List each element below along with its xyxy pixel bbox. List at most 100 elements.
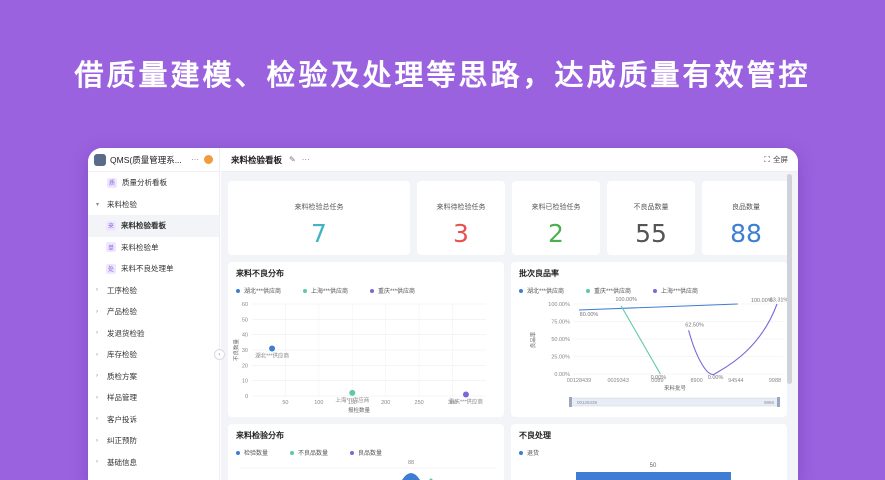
zoom-label-left: 00128439 [577, 400, 598, 405]
scatter-point[interactable] [349, 389, 356, 396]
sidebar-item-label: 质检方案 [107, 371, 137, 381]
menu-item-icon: 来 [106, 220, 116, 231]
chevron-right-icon: › [96, 308, 98, 315]
kpi-label: 来料检验总任务 [294, 204, 344, 211]
panel-batch-yield: 批次良品率 湖北***供应商 重庆***供应商 上海***供应商 0.00% 25… [511, 262, 787, 417]
sidebar-item[interactable]: › 客户投诉 [88, 409, 219, 431]
sidebar-item[interactable]: › 基础信息 [88, 452, 219, 474]
y-tick-label: 40 [242, 333, 248, 339]
sidebar-item[interactable]: › 工序检验 [88, 280, 219, 302]
edit-icon[interactable]: ✎ [289, 155, 296, 164]
sidebar-item[interactable]: 质质量分析看板 [88, 172, 219, 194]
sidebar-item-label: 产品检验 [107, 307, 137, 317]
sidebar-item[interactable]: › 产品检验 [88, 301, 219, 323]
fullscreen-button[interactable]: ⛶ 全屏 [764, 154, 788, 165]
defect-handling-chart: 50 [576, 463, 731, 480]
x-axis-label: 来料批号 [664, 384, 687, 392]
sidebar-item[interactable]: › 发退货检验 [88, 323, 219, 345]
y-tick-label: 25.00% [551, 355, 570, 361]
data-label: 0.00% [708, 375, 724, 381]
kpi-value: 88 [730, 219, 762, 248]
sidebar-item-label: 库存检验 [107, 350, 137, 360]
sidebar-item-label: 基础信息 [107, 457, 137, 467]
app-window: QMS(质量管理系... ··· 质质量分析看板 ▾ 来料检验来来料检验看板单来料检… [88, 148, 798, 480]
scatter-point[interactable] [269, 345, 276, 352]
sidebar-item[interactable]: › 样品管理 [88, 387, 219, 409]
zoom-handle-left[interactable] [569, 397, 572, 407]
inspection-chart: 88 [240, 460, 496, 480]
main-content: 来料检验看板 ✎ ··· ⛶ 全屏 来料检验总任务 7 来料待检验任务 3 来料… [221, 148, 798, 480]
data-label: 0.00% [651, 375, 667, 381]
zoom-handle-right[interactable] [777, 397, 780, 407]
kpi-card-pending: 来料待检验任务 3 [417, 181, 505, 255]
sidebar-item-label: 来料检验 [107, 199, 137, 209]
series-line[interactable] [620, 305, 661, 375]
y-tick-label: 60 [242, 302, 248, 308]
chevron-right-icon: › [96, 394, 98, 401]
data-label: 50 [650, 463, 657, 469]
line-chart: 0.00% 25.00% 50.00% 75.00% 100.00% 00128439 00… [529, 297, 787, 407]
kpi-card-inspected: 来料已检验任务 2 [512, 181, 600, 255]
notification-badge-icon[interactable] [204, 155, 213, 164]
y-tick-label: 75.00% [551, 320, 570, 326]
sidebar-item[interactable]: › 质检方案 [88, 366, 219, 388]
bar-mark[interactable] [402, 473, 420, 480]
topbar: 来料检验看板 ✎ ··· ⛶ 全屏 [221, 148, 798, 172]
kpi-label: 良品数量 [732, 204, 760, 211]
scatter-point[interactable] [462, 391, 469, 398]
kpi-card-total: 来料检验总任务 7 [228, 181, 410, 255]
sidebar-item-label: 来料检验单 [121, 242, 159, 252]
x-tick-label: 94544 [728, 378, 743, 384]
sidebar: QMS(质量管理系... ··· 质质量分析看板 ▾ 来料检验来来料检验看板单来料检… [88, 148, 220, 480]
headline: 借质量建模、检验及处理等思路，达成质量有效管控 [74, 58, 811, 92]
kpi-value: 2 [548, 219, 564, 248]
sidebar-item-label: 来料不良处理单 [121, 264, 174, 274]
x-tick-label: 00128439 [567, 378, 591, 384]
data-label: 80.00% [580, 312, 599, 318]
sidebar-item[interactable]: › 纠正预防 [88, 430, 219, 452]
y-tick-label: 50 [242, 317, 248, 323]
more-icon[interactable]: ··· [302, 155, 310, 164]
sidebar-collapse-icon[interactable]: ‹ [214, 349, 225, 360]
sidebar-item[interactable]: 来来料检验看板 [88, 215, 219, 237]
x-tick-label: 250 [415, 400, 424, 406]
chevron-right-icon: › [96, 416, 98, 423]
y-tick-label: 30 [242, 348, 248, 354]
sidebar-item[interactable]: 处来料不良处理单 [88, 258, 219, 280]
x-tick-label: 200 [381, 400, 390, 406]
data-label: 100.00% [615, 297, 637, 303]
panel-defect-handling: 不良处理 退货 50 [511, 424, 787, 480]
x-tick-label: 0029343 [607, 378, 628, 384]
app-title[interactable]: QMS(质量管理系... [110, 154, 191, 166]
chevron-right-icon: › [96, 459, 98, 466]
app-logo-icon [94, 153, 106, 166]
panel-defect-distribution: 来料不良分布 湖北***供应商 上海***供应商 重庆***供应商 0 10 20 3… [228, 262, 504, 417]
chevron-right-icon: › [96, 330, 98, 337]
sidebar-item-label: 发退货检验 [107, 328, 145, 338]
fullscreen-label: 全屏 [773, 155, 788, 164]
kpi-label: 来料待检验任务 [436, 204, 486, 211]
sidebar-item[interactable]: 单来料检验单 [88, 237, 219, 259]
sidebar-item[interactable]: › 库存检验 [88, 344, 219, 366]
sidebar-menu: 质质量分析看板 ▾ 来料检验来来料检验看板单来料检验单处来料不良处理单 › 工序检验 › 产… [88, 172, 219, 473]
scrollbar[interactable] [787, 174, 792, 384]
app-more-icon[interactable]: ··· [191, 155, 199, 164]
sidebar-item-label: 样品管理 [107, 393, 137, 403]
zoom-slider[interactable] [570, 397, 780, 407]
data-label: 88 [408, 460, 414, 466]
fullscreen-icon: ⛶ [764, 154, 770, 164]
x-axis-label: 报检数量 [348, 406, 371, 414]
bar-mark[interactable] [576, 472, 731, 480]
panel-inspection-distribution: 来料检验分布 检验数量 不良品数量 良品数量 88 [228, 424, 504, 480]
sidebar-item-label: 质量分析看板 [122, 178, 167, 188]
sidebar-item-label: 工序检验 [107, 285, 137, 295]
sidebar-item-label: 客户投诉 [107, 414, 137, 424]
sidebar-item-label: 纠正预防 [107, 436, 137, 446]
menu-item-icon: 质 [107, 177, 117, 188]
y-axis-label: 良品率 [529, 331, 537, 348]
point-label: 重庆***供应商 [449, 397, 483, 405]
sidebar-item[interactable]: ▾ 来料检验 [88, 194, 219, 216]
series-line[interactable] [578, 303, 738, 311]
x-tick-label: 9988 [769, 378, 781, 384]
kpi-value: 7 [311, 219, 327, 248]
